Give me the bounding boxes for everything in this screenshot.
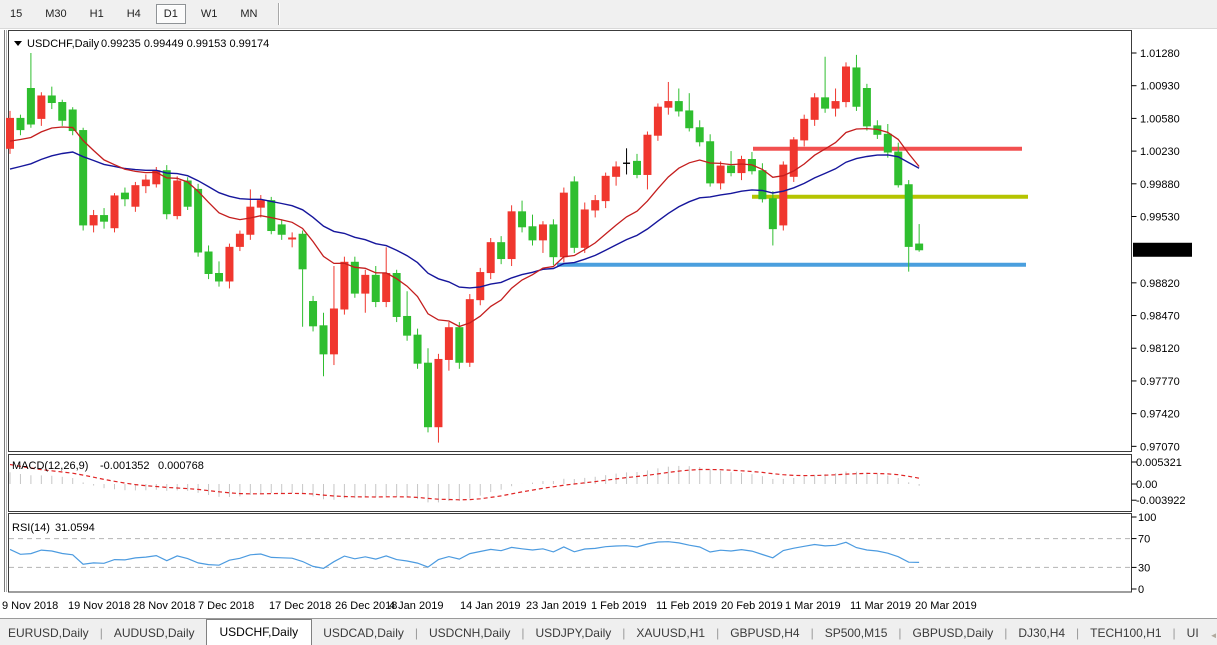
svg-text:20 Mar 2019: 20 Mar 2019 (915, 600, 977, 612)
tab-scroll-arrows: ◄► (1210, 631, 1217, 645)
tab-dj30-h4[interactable]: DJ30,H4 (1007, 621, 1076, 645)
svg-text:11 Feb 2019: 11 Feb 2019 (656, 600, 717, 612)
ma-fast-line (10, 127, 919, 327)
svg-text:0.98820: 0.98820 (1140, 278, 1180, 290)
tab-eurusd-daily[interactable]: EURUSD,Daily (0, 621, 100, 645)
trading-platform-window: 15M30H1H4D1W1MN 1.012801.009301.005801.0… (0, 0, 1217, 645)
timeframe-button-m30[interactable]: M30 (37, 4, 74, 24)
rsi-value: 31.0594 (55, 522, 95, 534)
svg-text:4 Jan 2019: 4 Jan 2019 (389, 600, 443, 612)
svg-text:0.97420: 0.97420 (1140, 409, 1180, 421)
macd-label: MACD(12,26,9) (12, 460, 88, 472)
candlesticks (7, 53, 923, 443)
svg-text:0.99530: 0.99530 (1140, 212, 1180, 224)
timeframe-button-w1[interactable]: W1 (193, 4, 226, 24)
timeframe-button-mn[interactable]: MN (232, 4, 265, 24)
svg-text:0.97770: 0.97770 (1140, 376, 1180, 388)
tab-audusd-daily[interactable]: AUDUSD,Daily (103, 621, 206, 645)
svg-text:0.99174: 0.99174 (1137, 245, 1177, 257)
svg-text:14 Jan 2019: 14 Jan 2019 (460, 600, 521, 612)
tab-gbpusd-h4[interactable]: GBPUSD,H4 (719, 621, 810, 645)
svg-text:1 Mar 2019: 1 Mar 2019 (785, 600, 841, 612)
timeframe-button-d1[interactable]: D1 (156, 4, 186, 24)
svg-text:19 Nov 2018: 19 Nov 2018 (68, 600, 130, 612)
tab-ui[interactable]: UI (1176, 621, 1210, 645)
tab-tech100-h1[interactable]: TECH100,H1 (1079, 621, 1172, 645)
svg-text:1.00930: 1.00930 (1140, 81, 1180, 93)
tab-scroll-left-icon[interactable]: ◄ (1210, 631, 1217, 640)
timeframe-button-h1[interactable]: H1 (82, 4, 112, 24)
svg-text:17 Dec 2018: 17 Dec 2018 (269, 600, 331, 612)
chart-title-ohlc: 0.99235 0.99449 0.99153 0.99174 (101, 38, 269, 50)
toolbar-separator (278, 3, 280, 25)
timeframe-button-h4[interactable]: H4 (119, 4, 149, 24)
svg-text:100: 100 (1138, 512, 1156, 524)
svg-text:1.01280: 1.01280 (1140, 48, 1180, 60)
date-axis[interactable]: 9 Nov 2018 19 Nov 201828 Nov 20187 Dec 20… (2, 600, 977, 612)
moving-averages (10, 127, 919, 327)
svg-text:1 Feb 2019: 1 Feb 2019 (591, 600, 647, 612)
svg-text:28 Nov 2018: 28 Nov 2018 (133, 600, 195, 612)
svg-text:70: 70 (1138, 534, 1150, 546)
timeframe-toolbar: 15 M30 H1 H4 D1 W1 MN (0, 0, 1217, 29)
svg-text:1.00580: 1.00580 (1140, 113, 1180, 125)
svg-text:0.00: 0.00 (1136, 479, 1157, 491)
macd-value: -0.001352 (100, 460, 150, 472)
tab-usdjpy-daily[interactable]: USDJPY,Daily (524, 621, 622, 645)
tab-usdchf-daily[interactable]: USDCHF,Daily (206, 619, 313, 645)
panel-borders (5, 30, 1132, 592)
svg-text:0: 0 (1138, 584, 1144, 596)
tab-sp500-m15[interactable]: SP500,M15 (814, 621, 899, 645)
svg-text:-0.003922: -0.003922 (1136, 495, 1186, 507)
chart-dropdown-icon[interactable] (14, 41, 22, 46)
timeframe-button-15[interactable]: 15 (2, 4, 30, 24)
price-axis[interactable]: 1.01280 1.00930 1.00580 1.00230 0.99880 0.995… (1132, 48, 1193, 596)
svg-text:23 Jan 2019: 23 Jan 2019 (526, 600, 587, 612)
svg-text:0.005321: 0.005321 (1136, 457, 1182, 469)
svg-text:1.00230: 1.00230 (1140, 146, 1180, 158)
svg-text:0.98120: 0.98120 (1140, 343, 1180, 355)
rsi-line (10, 542, 919, 569)
tab-gbpusd-daily[interactable]: GBPUSD,Daily (902, 621, 1005, 645)
svg-text:0.98470: 0.98470 (1140, 311, 1180, 323)
chart-title-symbol: USDCHF,Daily (27, 38, 100, 50)
tab-usdcad-daily[interactable]: USDCAD,Daily (312, 621, 415, 645)
svg-text:0.97070: 0.97070 (1140, 441, 1180, 453)
svg-text:20 Feb 2019: 20 Feb 2019 (721, 600, 783, 612)
svg-text:9 Nov 2018: 9 Nov 2018 (2, 600, 58, 612)
symbol-tab-bar: EURUSD,Daily|AUDUSD,DailyUSDCHF,DailyUSD… (0, 618, 1217, 645)
svg-text:11 Mar 2019: 11 Mar 2019 (850, 600, 911, 612)
svg-text:30: 30 (1138, 562, 1150, 574)
macd-signal-value: 0.000768 (158, 460, 204, 472)
tab-usdcnh-daily[interactable]: USDCNH,Daily (418, 621, 521, 645)
tab-xauusd-h1[interactable]: XAUUSD,H1 (625, 621, 716, 645)
svg-text:0.99880: 0.99880 (1140, 179, 1180, 191)
rsi-label: RSI(14) (12, 522, 50, 534)
chart-canvas[interactable]: 1.01280 1.00930 1.00580 1.00230 0.99880 0.995… (0, 28, 1217, 618)
rsi-indicator (9, 539, 1131, 569)
svg-text:7 Dec 2018: 7 Dec 2018 (198, 600, 254, 612)
